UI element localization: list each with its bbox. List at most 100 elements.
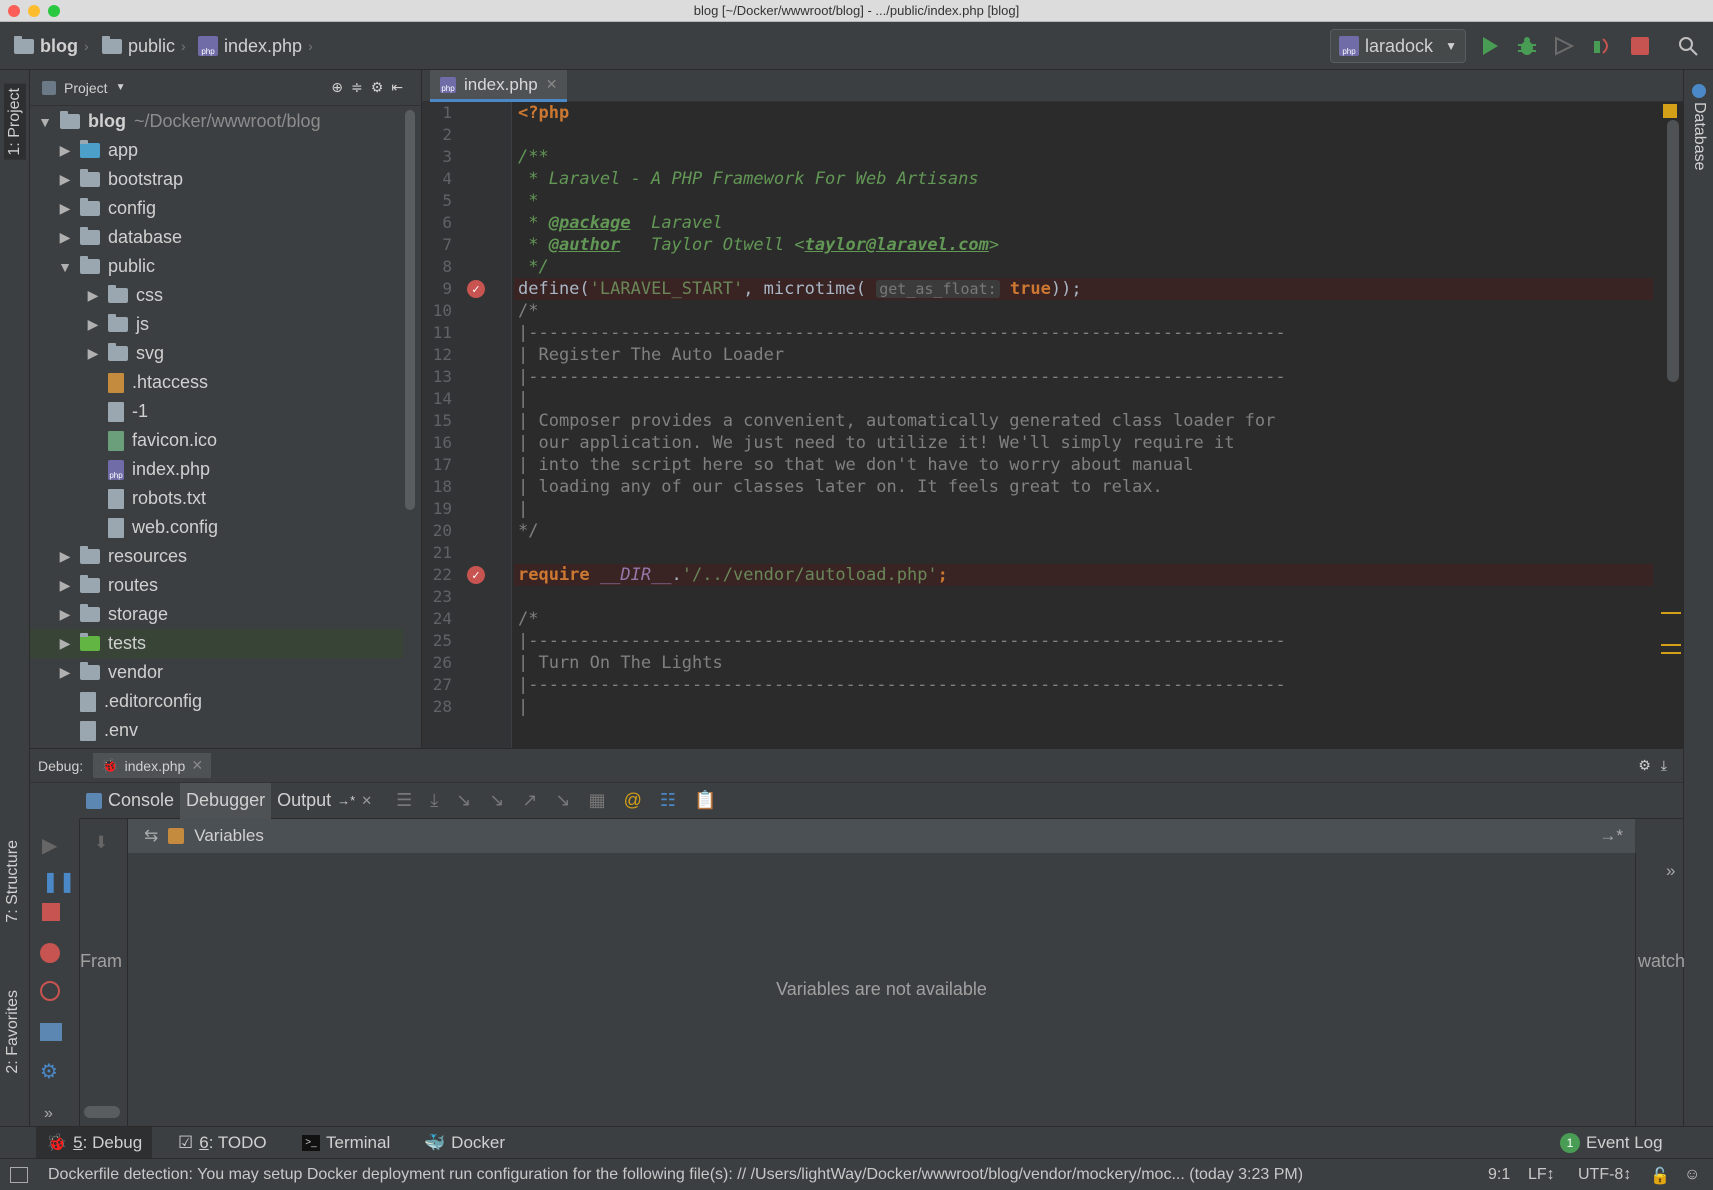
tree-item-database[interactable]: ▶ database: [30, 223, 403, 252]
tree-item-favicon[interactable]: favicon.ico: [30, 426, 403, 455]
view-breakpoints-icon[interactable]: [40, 943, 60, 963]
frames-scrollbar[interactable]: [84, 1106, 120, 1118]
tree-root-blog[interactable]: ▼ blog ~/Docker/wwwroot/blog: [30, 107, 403, 136]
tool-tab-terminal[interactable]: >_ Terminal: [292, 1127, 400, 1159]
close-tab-icon[interactable]: ✕: [191, 757, 203, 774]
collapsed-arrow-icon[interactable]: ▶: [86, 345, 100, 362]
breadcrumb-project[interactable]: blog ›: [14, 35, 89, 57]
tool-tab-favorites[interactable]: 2: Favorites: [4, 990, 22, 1074]
tree-item-public[interactable]: ▼ public: [30, 252, 403, 281]
hide-panel-icon[interactable]: ⇤: [391, 79, 403, 96]
tab-output[interactable]: Output →* ✕: [271, 783, 378, 819]
collapsed-arrow-icon[interactable]: ▶: [86, 316, 100, 333]
run-configuration-select[interactable]: php laradock ▼: [1330, 29, 1466, 63]
tree-item-vendor[interactable]: ▶ vendor: [30, 658, 403, 687]
gear-icon[interactable]: ⚙: [1638, 757, 1651, 774]
expand-icon[interactable]: »: [1666, 861, 1675, 881]
tool-tab-database[interactable]: Database: [1690, 102, 1708, 171]
close-tab-icon[interactable]: ✕: [546, 76, 558, 93]
collapsed-arrow-icon[interactable]: ▶: [58, 635, 72, 652]
collapsed-arrow-icon[interactable]: ▶: [58, 577, 72, 594]
evaluate-expression-icon[interactable]: ▦: [589, 790, 606, 811]
caret-position[interactable]: 9:1: [1488, 1166, 1510, 1184]
tool-tab-docker[interactable]: 🐳 Docker: [414, 1127, 515, 1159]
run-button[interactable]: [1478, 34, 1502, 58]
mute-breakpoints-icon[interactable]: [40, 981, 60, 1001]
tree-item-storage[interactable]: ▶ storage: [30, 600, 403, 629]
pin-icon[interactable]: →*: [337, 793, 355, 808]
tool-tab-project[interactable]: 1: Project: [4, 84, 26, 160]
tree-item-web-config[interactable]: web.config: [30, 513, 403, 542]
tool-tab-todo[interactable]: ☑ 6: TODO: [168, 1127, 277, 1159]
editor-scrollbar[interactable]: [1667, 120, 1679, 382]
collapse-all-icon[interactable]: ≑: [351, 79, 363, 96]
collapsed-arrow-icon[interactable]: ▶: [86, 287, 100, 304]
inspection-warning-icon[interactable]: [1663, 104, 1677, 118]
tree-item-svg[interactable]: ▶ svg: [30, 339, 403, 368]
line-separator[interactable]: LF↕: [1528, 1166, 1555, 1184]
coverage-button[interactable]: [1552, 34, 1576, 58]
tool-tab-debug[interactable]: 🐞 5: Debug: [36, 1127, 153, 1159]
gear-icon[interactable]: ⚙: [371, 79, 384, 96]
tree-item-resources[interactable]: ▶ resources: [30, 542, 403, 571]
project-view-select[interactable]: Project: [64, 80, 108, 96]
tree-item-tests[interactable]: ▶ tests: [30, 629, 403, 658]
at-icon[interactable]: @: [624, 790, 642, 811]
search-everywhere-button[interactable]: [1676, 34, 1700, 58]
tab-debugger[interactable]: Debugger: [180, 782, 272, 819]
tree-item-env[interactable]: .env: [30, 716, 403, 745]
more-icon[interactable]: »: [44, 1105, 53, 1123]
expanded-arrow-icon[interactable]: ▼: [38, 114, 52, 130]
tab-console[interactable]: Console: [80, 783, 180, 819]
chevron-down-icon[interactable]: ▼: [116, 82, 126, 93]
pin-icon[interactable]: →*: [1599, 826, 1623, 846]
warning-stripe[interactable]: [1661, 644, 1681, 646]
pause-icon[interactable]: ❚❚: [42, 869, 76, 894]
collapsed-arrow-icon[interactable]: ▶: [58, 200, 72, 217]
debug-session-tab[interactable]: 🐞 index.php ✕: [93, 753, 212, 778]
tree-item-config[interactable]: ▶ config: [30, 194, 403, 223]
collapsed-arrow-icon[interactable]: ▶: [58, 664, 72, 681]
attach-debugger-button[interactable]: [1590, 34, 1614, 58]
restore-layout-icon[interactable]: ⇆: [144, 826, 158, 846]
inspector-icon[interactable]: ☺: [1684, 1166, 1700, 1184]
stop-icon[interactable]: [42, 903, 60, 921]
project-scrollbar[interactable]: [405, 110, 415, 510]
tree-item-routes[interactable]: ▶ routes: [30, 571, 403, 600]
tree-item-index-php[interactable]: php index.php: [30, 455, 403, 484]
locate-icon[interactable]: ⊕: [331, 79, 343, 96]
warning-stripe[interactable]: [1661, 612, 1681, 614]
run-to-cursor-icon[interactable]: ↘: [556, 790, 571, 811]
toggle-tool-windows-icon[interactable]: [10, 1167, 28, 1183]
tree-item-app[interactable]: ▶ app: [30, 136, 403, 165]
frames-down-icon[interactable]: ⬇: [94, 833, 108, 853]
resume-icon[interactable]: ▶: [42, 833, 57, 858]
tree-item-minus-one[interactable]: -1: [30, 397, 403, 426]
gear-icon[interactable]: ⚙: [40, 1059, 58, 1084]
tree-item-robots[interactable]: robots.txt: [30, 484, 403, 513]
collapsed-arrow-icon[interactable]: ▶: [58, 548, 72, 565]
tree-item-css[interactable]: ▶ css: [30, 281, 403, 310]
tree-item-js[interactable]: ▶ js: [30, 310, 403, 339]
warning-stripe[interactable]: [1661, 652, 1681, 654]
trace-icon[interactable]: ☷: [660, 790, 676, 811]
show-execution-point-icon[interactable]: ☰: [396, 790, 412, 811]
tree-item-bootstrap[interactable]: ▶ bootstrap: [30, 165, 403, 194]
tool-tab-structure[interactable]: 7: Structure: [4, 840, 22, 923]
editor-tab-index-php[interactable]: php index.php ✕: [430, 70, 568, 102]
close-tab-icon[interactable]: ✕: [361, 793, 372, 809]
collapsed-arrow-icon[interactable]: ▶: [58, 171, 72, 188]
breadcrumb-folder[interactable]: public ›: [102, 35, 186, 57]
clipboard-icon[interactable]: 📋: [694, 790, 716, 811]
stop-button[interactable]: [1628, 34, 1652, 58]
force-step-into-icon[interactable]: ↘: [489, 790, 504, 811]
collapsed-arrow-icon[interactable]: ▶: [58, 142, 72, 159]
tree-item-editorconfig[interactable]: .editorconfig: [30, 687, 403, 716]
debug-button[interactable]: [1515, 34, 1539, 58]
tool-tab-event-log[interactable]: 1 Event Log: [1550, 1127, 1673, 1159]
lock-icon[interactable]: 🔓: [1650, 1166, 1670, 1186]
code-area[interactable]: <?php /** * Laravel - A PHP Framework Fo…: [422, 102, 1683, 748]
breadcrumb-file[interactable]: php index.php ›: [198, 35, 313, 57]
expanded-arrow-icon[interactable]: ▼: [58, 259, 72, 275]
layout-icon[interactable]: [40, 1023, 62, 1041]
